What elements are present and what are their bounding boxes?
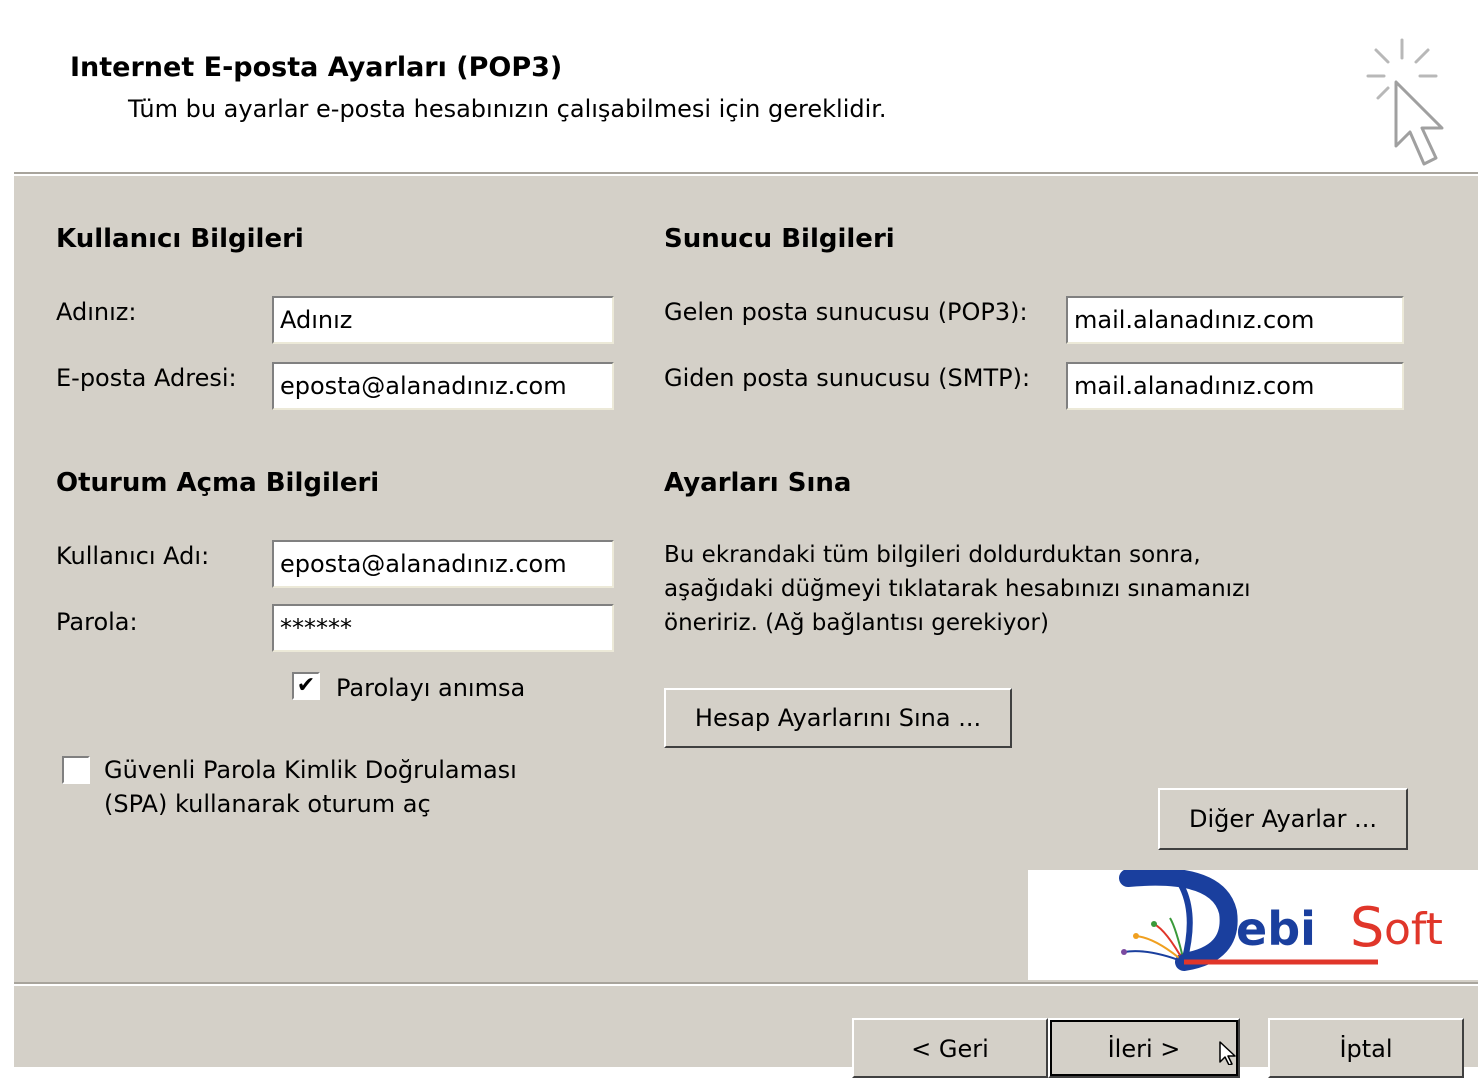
password-label: Parola: <box>56 608 138 636</box>
page-title: Internet E-posta Ayarları (POP3) <box>70 52 563 83</box>
username-label: Kullanıcı Adı: <box>56 542 210 570</box>
remember-password-checkbox[interactable]: ✔ <box>292 672 320 700</box>
debisoft-logo: ebi S oft <box>1028 867 1478 980</box>
test-settings-desc-2: aşağıdaki düğmeyi tıklatarak hesabınızı … <box>664 576 1251 602</box>
username-field[interactable]: eposta@alanadınız.com <box>272 540 614 588</box>
logo-text-s: S <box>1350 896 1385 959</box>
incoming-server-label: Gelen posta sunucusu (POP3): <box>664 298 1028 326</box>
test-settings-desc-3: öneririz. (Ağ bağlantısı gerekiyor) <box>664 610 1049 636</box>
logo-text-oft: oft <box>1384 904 1443 955</box>
user-info-title: Kullanıcı Bilgileri <box>56 224 304 254</box>
email-field[interactable]: eposta@alanadınız.com <box>272 362 614 410</box>
outgoing-server-field[interactable]: mail.alanadınız.com <box>1066 362 1404 410</box>
next-button[interactable]: İleri > <box>1048 1018 1240 1078</box>
outgoing-server-label: Giden posta sunucusu (SMTP): <box>664 364 1031 392</box>
server-info-title: Sunucu Bilgileri <box>664 224 895 254</box>
mouse-cursor-icon <box>1219 1041 1236 1065</box>
password-field[interactable]: ****** <box>272 604 614 652</box>
spa-label-line2: (SPA) kullanarak oturum aç <box>104 790 431 818</box>
wizard-cursor-icon <box>1366 38 1444 166</box>
spa-checkbox[interactable] <box>62 756 90 784</box>
back-button[interactable]: < Geri <box>852 1018 1048 1078</box>
test-account-settings-button[interactable]: Hesap Ayarlarını Sına ... <box>664 688 1012 748</box>
test-settings-desc-1: Bu ekrandaki tüm bilgileri doldurduktan … <box>664 542 1201 568</box>
wizard-footer <box>14 982 1478 1067</box>
test-settings-title: Ayarları Sına <box>664 468 852 498</box>
page-subtitle: Tüm bu ayarlar e-posta hesabınızın çalış… <box>128 95 887 123</box>
logo-text-ebi: ebi <box>1236 902 1316 956</box>
logon-info-title: Oturum Açma Bilgileri <box>56 468 380 498</box>
wizard-header: Internet E-posta Ayarları (POP3) Tüm bu … <box>0 0 1478 172</box>
name-label: Adınız: <box>56 298 137 326</box>
spa-label-line1: Güvenli Parola Kimlik Doğrulaması <box>104 756 517 784</box>
more-settings-button[interactable]: Diğer Ayarlar ... <box>1158 788 1408 850</box>
remember-password-label: Parolayı anımsa <box>336 674 526 702</box>
email-label: E-posta Adresi: <box>56 364 237 392</box>
cancel-button[interactable]: İptal <box>1268 1018 1464 1078</box>
name-field[interactable]: Adınız <box>272 296 614 344</box>
incoming-server-field[interactable]: mail.alanadınız.com <box>1066 296 1404 344</box>
